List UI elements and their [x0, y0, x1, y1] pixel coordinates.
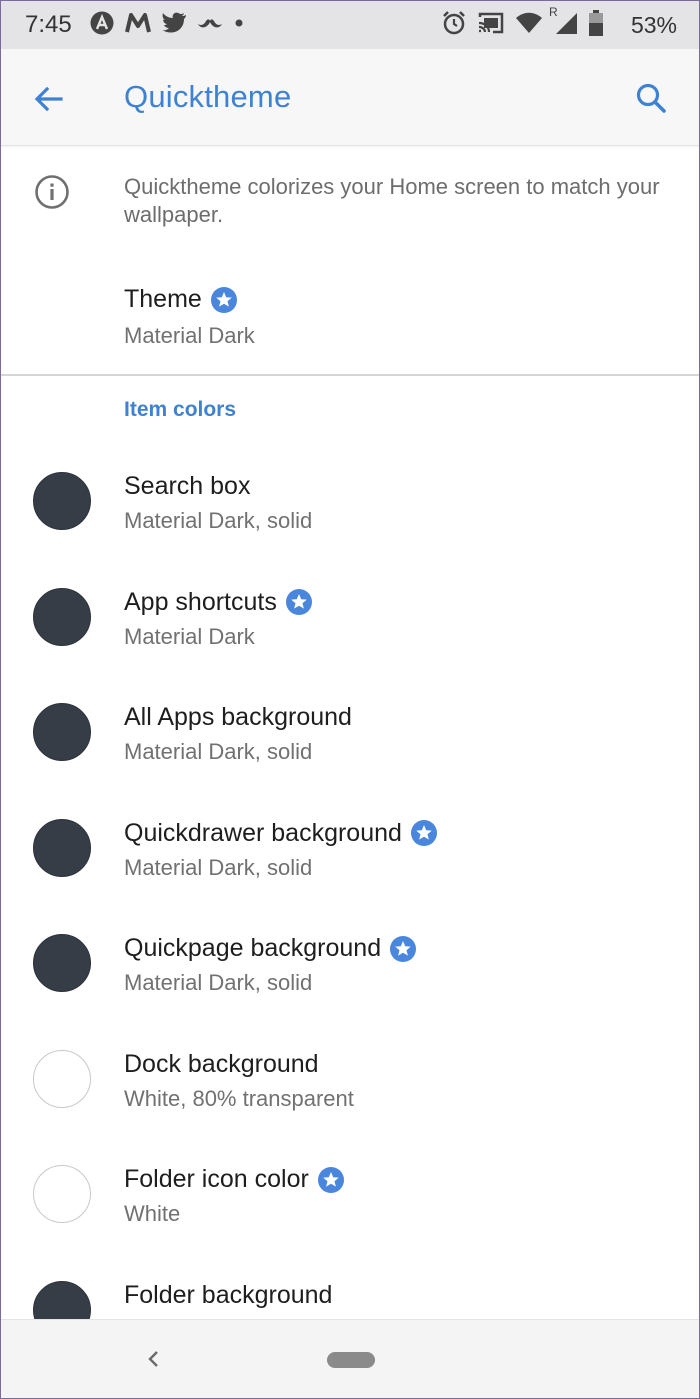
item-value: Material Dark, solid [124, 739, 313, 764]
item-value: Material Dark, solid [124, 970, 313, 995]
item-title-wrap: Quickdrawer background [124, 819, 438, 848]
item-title: Quickpage background [124, 934, 382, 962]
color-swatch [33, 818, 91, 877]
cast-icon [477, 11, 505, 40]
nav-back-icon [148, 1351, 158, 1367]
page-title: Quicktheme [124, 79, 292, 114]
anchor-a-icon [89, 10, 115, 41]
item-value: White [124, 1201, 181, 1226]
item-title: Folder background [124, 1280, 333, 1309]
item-value: White, 80% transparent [124, 1085, 354, 1111]
arrow-back-icon [34, 86, 63, 112]
item-title-wrap: All Apps background [124, 703, 352, 732]
info-text: Quicktheme colorizes your Home screen to… [124, 174, 660, 227]
item-value: Material Dark, solid [124, 508, 313, 533]
notification-icons [89, 10, 245, 41]
item-title: App shortcuts [124, 587, 277, 616]
theme-setting[interactable]: Theme Material Dark [1, 269, 699, 369]
premium-star-icon [317, 1166, 344, 1193]
home-pill-icon[interactable] [327, 1352, 375, 1368]
twitter-icon [161, 12, 187, 39]
mustache-icon [197, 16, 223, 35]
item-title: Quickdrawer background [124, 818, 402, 847]
color-swatch [33, 1049, 91, 1108]
item-title: Search box [124, 472, 251, 500]
status-time: 7:45 [25, 11, 72, 38]
app-bar: Quicktheme [1, 49, 699, 146]
premium-star-icon [285, 589, 312, 615]
m-icon [125, 12, 151, 39]
battery-icon [589, 9, 603, 41]
system-icons: R [441, 5, 603, 41]
theme-title-wrap: Theme [124, 285, 238, 314]
item-title: Folder icon color [124, 1165, 309, 1193]
list-item[interactable]: App shortcuts Material Dark [1, 546, 699, 661]
theme-title: Theme [124, 285, 202, 313]
back-button[interactable] [29, 79, 69, 119]
info-icon [33, 173, 71, 211]
battery-percent: 53% [630, 12, 677, 38]
screen: 7:45 R 53% Quicktheme Quicktheme coloriz… [0, 0, 700, 1399]
item-title-wrap: Folder background [124, 1281, 332, 1310]
item-title: All Apps background [124, 703, 352, 731]
navigation-bar [1, 1319, 699, 1398]
item-title-wrap: App shortcuts [124, 588, 313, 617]
alarm-icon [441, 10, 467, 41]
premium-star-icon [390, 935, 417, 962]
item-title: Dock background [124, 1049, 319, 1078]
section-header: Item colors [124, 398, 237, 421]
list-item[interactable]: Folder icon color White [1, 1123, 699, 1238]
item-title-wrap: Folder icon color [124, 1165, 345, 1194]
status-bar: 7:45 R 53% [1, 1, 699, 49]
color-swatch [33, 1165, 91, 1223]
section-divider [1, 374, 699, 376]
color-swatch [33, 703, 91, 761]
search-button[interactable] [631, 79, 671, 119]
dot-icon [233, 16, 245, 34]
list-item[interactable]: Dock background White, 80% transparent [1, 1008, 699, 1123]
signal-icon: R [549, 5, 579, 40]
premium-star-icon [410, 820, 437, 846]
color-swatch [33, 934, 91, 992]
item-title-wrap: Quickpage background [124, 934, 417, 963]
item-value: Material Dark [124, 623, 255, 649]
nav-back-button[interactable] [141, 1342, 165, 1376]
roaming-label: R [549, 4, 558, 19]
color-swatch [33, 472, 91, 530]
item-title-wrap: Dock background [124, 1050, 319, 1079]
list-item[interactable]: Search box Material Dark, solid [1, 430, 699, 545]
item-value: Material Dark, solid [124, 854, 313, 880]
list-item[interactable]: Quickdrawer background Material Dark, sol… [1, 777, 699, 892]
list-item[interactable]: Quickpage background Material Dark, solid [1, 892, 699, 1007]
list-item[interactable]: All Apps background Material Dark, solid [1, 661, 699, 776]
premium-star-icon [210, 286, 237, 313]
search-icon [636, 83, 666, 113]
theme-value: Material Dark [124, 323, 255, 348]
item-title-wrap: Search box [124, 472, 250, 501]
color-swatch [33, 587, 91, 646]
wifi-icon [515, 12, 543, 39]
info-banner: Quicktheme colorizes your Home screen to… [1, 147, 699, 233]
